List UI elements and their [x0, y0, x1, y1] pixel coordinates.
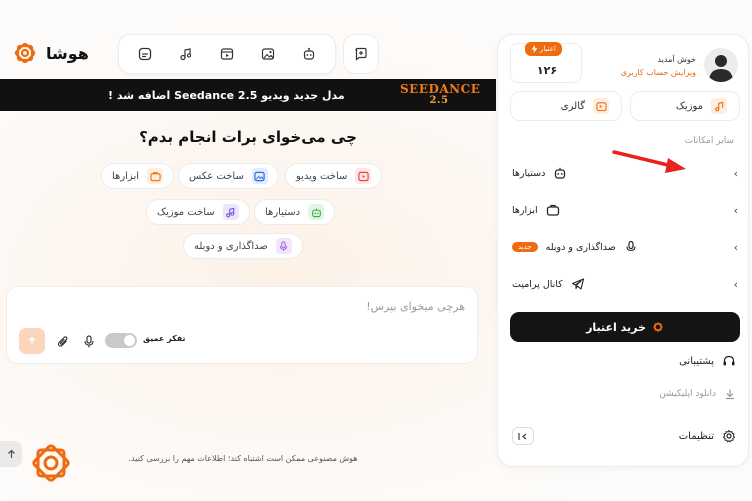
collapse-icon: [518, 432, 527, 440]
quick-label: گالری: [560, 100, 585, 112]
credit-badge: اعتبار: [525, 42, 562, 56]
video-icon[interactable]: [218, 45, 236, 63]
banner-logo-line1: SEEDANCE: [400, 82, 481, 96]
banner-logo-line2: 2.5: [429, 95, 449, 106]
arrow-up-icon: [7, 449, 15, 458]
music-icon: [711, 98, 727, 114]
robot-icon: [308, 204, 325, 220]
banner-text: مدل جدید ویدیو Seedance 2.5 اضافه شد !: [108, 88, 345, 102]
headset-icon: [723, 355, 735, 366]
image-icon[interactable]: [259, 45, 277, 63]
deep-think-label: تفکر عمیق: [143, 334, 186, 343]
quick-gallery-button[interactable]: گالری: [510, 91, 622, 121]
bolt-icon: [531, 45, 538, 53]
disclaimer: هوش مصنوعی ممکن است اشتباه کند؛ اطلاعات …: [128, 454, 358, 463]
gallery-icon: [593, 98, 609, 114]
menu-label: ابزارها: [512, 204, 538, 216]
support-label: پشتیبانی: [679, 355, 714, 367]
chevron-left-icon: ‹: [733, 203, 738, 217]
robot-icon[interactable]: [300, 45, 318, 63]
menu-item-dubbing[interactable]: صداگذاری و دوبله جدید ‹: [512, 235, 738, 259]
chip-tools[interactable]: ابزارها: [101, 163, 175, 189]
download-icon: [726, 389, 734, 400]
scroll-up-button[interactable]: [0, 441, 22, 467]
chevron-left-icon: ‹: [733, 277, 738, 291]
chevron-left-icon: ‹: [733, 166, 738, 180]
chip-music[interactable]: ساخت موزیک: [146, 199, 250, 225]
buy-credit-button[interactable]: خرید اعتبار: [510, 312, 740, 342]
chip-video[interactable]: ساخت ویدیو: [285, 163, 383, 189]
chip-label: صداگذاری و دوبله: [194, 240, 268, 252]
image-icon: [251, 168, 268, 184]
arrow-up-icon: [28, 336, 36, 345]
mic-icon[interactable]: [83, 333, 95, 352]
voice-icon: [275, 238, 292, 254]
support-link[interactable]: پشتیبانی: [679, 354, 736, 368]
chip-label: ابزارها: [112, 170, 140, 182]
top-toolbar: [118, 34, 336, 74]
music-icon[interactable]: [177, 45, 195, 63]
voice-icon: [626, 240, 636, 252]
menu-label: کانال پرامپت: [512, 278, 563, 290]
menu-label: دستیارها: [512, 167, 546, 179]
logo-icon: [653, 322, 663, 332]
side-panel: خوش آمدید ویرایش حساب کاربری اعتبار ۱۲۶ …: [497, 34, 749, 467]
toolbox-icon: [147, 168, 164, 184]
edit-account-link[interactable]: ویرایش حساب کاربری: [621, 68, 696, 77]
quick-music-button[interactable]: موزیک: [630, 91, 740, 121]
send-button[interactable]: [19, 328, 45, 354]
annotation-arrow-icon: [612, 150, 686, 173]
chip-label: ساخت موزیک: [157, 206, 215, 218]
new-chat-button[interactable]: [343, 34, 379, 74]
toolbox-icon: [546, 204, 559, 216]
deep-think-toggle[interactable]: [105, 333, 137, 348]
attach-icon[interactable]: [57, 333, 69, 352]
quick-label: موزیک: [675, 100, 703, 112]
avatar[interactable]: [704, 48, 738, 82]
chip-label: ساخت ویدیو: [296, 170, 348, 182]
chip-label: ساخت عکس: [189, 170, 244, 182]
download-label: دانلود اپلیکیشن: [659, 389, 716, 399]
page-title: چی می‌خوای برات انجام بدم؟: [139, 128, 357, 146]
chat-list-icon[interactable]: [136, 45, 154, 63]
chip-assistants[interactable]: دستیارها: [254, 199, 336, 225]
new-badge: جدید: [512, 242, 538, 252]
chat-input[interactable]: [45, 295, 465, 317]
credit-box[interactable]: اعتبار ۱۲۶: [510, 42, 582, 83]
credit-value: ۱۲۶: [536, 64, 558, 77]
credit-label: اعتبار: [540, 45, 556, 53]
download-app-link[interactable]: دانلود اپلیکیشن: [659, 388, 736, 400]
chat-composer: تفکر عمیق: [6, 286, 478, 364]
chevron-left-icon: ‹: [733, 240, 738, 254]
logo-text: هوشا: [46, 43, 89, 63]
welcome-text: خوش آمدید: [657, 55, 696, 64]
new-chat-icon: [355, 47, 367, 61]
gear-icon: [722, 429, 736, 443]
chip-image[interactable]: ساخت عکس: [178, 163, 279, 189]
logo-icon: [14, 42, 36, 64]
menu-label: صداگذاری و دوبله: [545, 241, 616, 253]
menu-item-tools[interactable]: ابزارها ‹: [512, 198, 738, 222]
promo-banner[interactable]: مدل جدید ویدیو Seedance 2.5 اضافه شد ! S…: [0, 79, 496, 111]
music-icon: [222, 204, 239, 220]
video-icon: [355, 168, 372, 184]
settings-label: تنظیمات: [678, 430, 714, 442]
settings-link[interactable]: تنظیمات: [679, 429, 736, 443]
logo[interactable]: هوشا: [10, 38, 89, 68]
collapse-panel-button[interactable]: [512, 427, 534, 445]
chip-label: دستیارها: [265, 206, 301, 218]
telegram-icon: [571, 278, 584, 290]
robot-icon: [555, 167, 566, 179]
decorative-logo-icon: [32, 444, 70, 482]
menu-item-prompt-channel[interactable]: کانال پرامپت ‹: [512, 272, 738, 296]
section-title: سایر امکانات: [684, 136, 734, 146]
buy-label: خرید اعتبار: [586, 320, 646, 334]
chip-dubbing[interactable]: صداگذاری و دوبله: [183, 233, 303, 259]
seedance-logo: SEEDANCE 2.5: [400, 82, 481, 106]
